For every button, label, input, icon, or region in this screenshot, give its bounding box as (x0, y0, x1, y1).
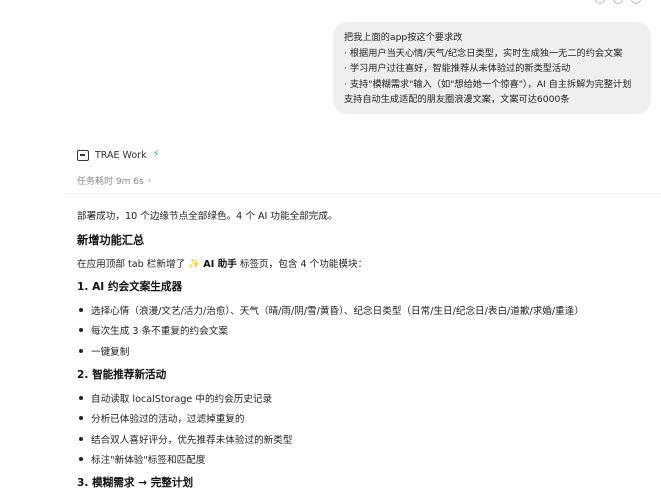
user-message-line: · 学习用户过往喜好，智能推荐从未体验过的新类型活动 (344, 63, 571, 75)
list-item: 结合双人喜好评分，优先推荐未体验过的新类型 (77, 432, 292, 446)
circle-icon (595, 0, 605, 4)
response-summary: 部署成功，10 个边缘节点全部绿色。4 个 AI 功能全部完成。 (77, 211, 338, 222)
spark-icon: ⚡ (152, 149, 160, 160)
user-message-line: 支持自动生成适配的朋友圈浪漫文案，文案可达6000条 (344, 94, 570, 106)
divider (64, 193, 661, 194)
list-item: 一键复制 (77, 344, 129, 358)
task-duration-label: 任务耗时 9m 6s (77, 177, 144, 187)
module-title: 1. AI 约会文案生成器 (77, 281, 183, 293)
user-message-line: 把我上面的app按这个要求改 (344, 32, 463, 43)
intro-tab-name: AI 助手 (203, 259, 237, 270)
agent-header: TRAE Work ⚡ (77, 147, 160, 163)
trae-logo-icon (77, 149, 89, 161)
agent-name: TRAE Work (95, 149, 147, 161)
circle-icon (613, 0, 623, 4)
module-title: 2. 智能推荐新活动 (77, 369, 167, 381)
section-title: 新增功能汇总 (77, 234, 145, 247)
intro-prefix: 在应用顶部 tab 栏新增了 (77, 259, 186, 270)
task-duration-toggle[interactable]: 任务耗时 9m 6s › (77, 174, 152, 188)
user-message-line: · 根据用户当天心情/天气/纪念日类型，实时生成独一无二的约会文案 (344, 47, 623, 59)
chevron-right-icon: › (147, 175, 152, 186)
list-item: 每次生成 3 条不重复的约会文案 (77, 323, 228, 337)
intro-suffix: 标签页，包含 4 个功能模块： (239, 259, 368, 270)
user-message-bubble: 把我上面的app按这个要求改 · 根据用户当天心情/天气/纪念日类型，实时生成独… (333, 22, 651, 114)
user-message-line: · 支持"模糊需求"输入（如"想给她一个惊喜"），AI 自主拆解为完整计划 (344, 78, 632, 90)
list-item: 分析已体验过的活动，过滤掉重复的 (77, 411, 245, 425)
list-item: 标注"新体验"标签和匹配度 (77, 452, 205, 466)
toolbar-icons-partial (595, 0, 641, 4)
intro-paragraph: 在应用顶部 tab 栏新增了 ✨ AI 助手 标签页，包含 4 个功能模块： (77, 256, 367, 270)
module-title: 3. 模糊需求 → 完整计划 (77, 477, 194, 489)
list-item: 自动读取 localStorage 中的约会历史记录 (77, 391, 272, 405)
sparkle-icon: ✨ (188, 259, 201, 270)
circle-icon (631, 0, 641, 4)
list-item: 选择心情（浪漫/文艺/活力/治愈）、天气（晴/雨/阴/雪/黄昏）、纪念日类型（日… (77, 303, 584, 317)
